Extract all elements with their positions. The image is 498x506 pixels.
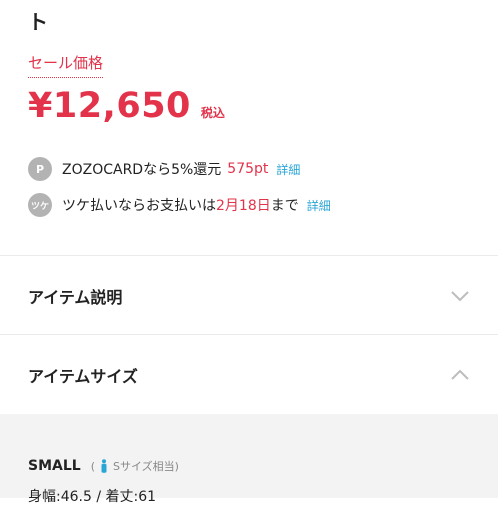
size-note-paren: ( [90,459,95,473]
sale-price-label: セール価格 [28,52,104,78]
zozocard-points-row: P ZOZOCARDなら5%還元 575pt 詳細 [28,157,300,181]
item-size-label: アイテムサイズ [28,367,138,386]
chevron-up-icon [451,369,469,380]
tsuke-date: 2月18日 [216,198,271,214]
price-row: ¥12,650 税込 [28,86,225,126]
chevron-down-icon [451,291,469,302]
tsuke-payment-row: ツケ ツケ払いならお支払いは 2月18日 まで 詳細 [28,193,331,217]
size-measurements: 身幅:46.5 / 着丈:61 [28,489,157,505]
tsuke-text-after: まで [270,198,299,214]
zozocard-detail-link[interactable]: 詳細 [276,161,300,178]
size-equivalent-note: ( Sサイズ相当) [91,458,179,474]
size-note-text: Sサイズ相当) [113,460,179,473]
tsuke-detail-link[interactable]: 詳細 [307,197,331,214]
points-icon: P [28,157,52,181]
product-title-tail: ト [28,10,48,34]
person-icon [101,459,107,473]
item-description-label: アイテム説明 [28,288,123,307]
item-description-accordion[interactable]: アイテム説明 [0,256,498,334]
tax-label: 税込 [200,106,225,120]
size-detail-panel: SMALL ( Sサイズ相当) 身幅:46.5 / 着丈:61 [0,414,498,505]
size-header: SMALL ( Sサイズ相当) [28,458,179,474]
tsuke-icon: ツケ [28,193,52,217]
item-size-accordion[interactable]: アイテムサイズ [0,335,498,413]
size-name: SMALL [28,458,81,474]
tsuke-text-before: ツケ払いならお支払いは [62,198,216,214]
zozocard-text: ZOZOCARDなら5%還元 [62,162,222,178]
sale-price: ¥12,650 [28,86,191,126]
points-value: 575pt [227,161,269,177]
